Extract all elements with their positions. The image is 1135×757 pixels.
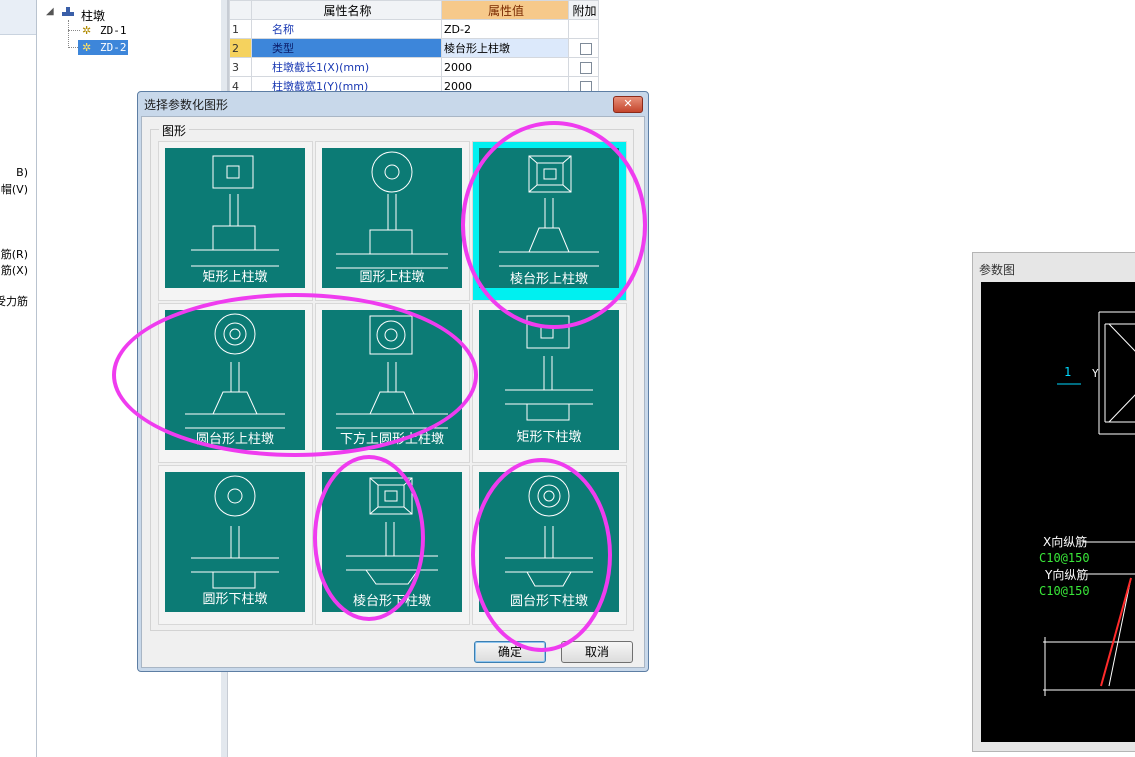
header-property-name: 属性名称 <box>251 0 442 20</box>
property-name: 名称 <box>251 19 442 39</box>
extra-cell <box>568 38 599 58</box>
left-label[interactable]: 帽(V) <box>1 181 28 197</box>
row-index: 1 <box>229 19 252 39</box>
header-property-value: 属性值 <box>441 0 569 20</box>
tree-item-zd1[interactable]: ZD-1 <box>100 24 127 37</box>
property-grid: 属性名称 属性值 附加 1 名称 ZD-2 2 类型 棱台形上柱墩 3 柱墩截长… <box>228 0 601 96</box>
annotation-ellipse <box>461 121 647 329</box>
row-index: 2 <box>229 38 252 58</box>
property-name: 类型 <box>251 38 442 58</box>
extra-checkbox[interactable] <box>580 61 592 74</box>
property-value[interactable]: ZD-2 <box>441 19 569 39</box>
pier-item-icon: ✲ <box>82 41 92 54</box>
pier-item-icon: ✲ <box>82 24 92 37</box>
shape-caption: 矩形下柱墩 <box>516 430 582 445</box>
annotation-ellipse <box>313 455 425 621</box>
shape-caption: 圆形上柱墩 <box>359 270 425 285</box>
parameter-diagram-panel: 参数图 1 Y X向纵筋 C10@150 Y向纵筋 C10@150 <box>972 252 1135 752</box>
section-marker: 1 <box>1064 365 1072 379</box>
extra-checkbox[interactable] <box>580 42 592 55</box>
shape-tile-circle-top[interactable]: 圆形上柱墩 <box>315 141 470 301</box>
tree-root-label[interactable]: 柱墩 <box>81 7 105 24</box>
left-panel: B) 帽(V) 筋(R) 筋(X) 受力筋 <box>0 0 37 757</box>
extra-cell <box>568 57 599 77</box>
cancel-button[interactable]: 取消 <box>561 641 633 663</box>
tree-item-zd2[interactable]: ZD-2 <box>100 41 127 54</box>
left-label[interactable]: 筋(R) <box>1 246 28 262</box>
annotation-ellipse <box>471 458 612 652</box>
shape-caption: 矩形上柱墩 <box>202 270 268 285</box>
table-row[interactable]: 1 名称 ZD-2 <box>229 19 599 39</box>
shape-caption: 圆形下柱墩 <box>202 592 268 607</box>
close-icon[interactable]: ✕ <box>613 96 643 113</box>
left-label[interactable]: 筋(X) <box>1 262 28 278</box>
dialog-title: 选择参数化图形 <box>144 98 229 112</box>
shape-tile-rect-top[interactable]: 矩形上柱墩 <box>158 141 313 301</box>
property-value[interactable]: 棱台形上柱墩 <box>441 38 569 58</box>
extra-cell <box>568 19 599 39</box>
left-label[interactable]: B) <box>16 166 28 179</box>
left-panel-header <box>0 0 36 35</box>
parameter-diagram-canvas: 1 Y X向纵筋 C10@150 Y向纵筋 C10@150 <box>981 282 1135 742</box>
table-row[interactable]: 2 类型 棱台形上柱墩 <box>229 38 599 58</box>
left-label[interactable]: 受力筋 <box>0 293 28 309</box>
pier-drawing <box>1043 311 1135 696</box>
property-name: 柱墩截长1(X)(mm) <box>251 57 442 77</box>
y-rebar-value[interactable]: C10@150 <box>1039 584 1090 598</box>
axis-label-y: Y <box>1092 367 1099 380</box>
x-rebar-value[interactable]: C10@150 <box>1039 551 1090 565</box>
group-label: 图形 <box>159 122 190 139</box>
header-extra: 附加 <box>568 0 599 20</box>
y-rebar-label: Y向纵筋 <box>1045 568 1089 582</box>
table-row[interactable]: 3 柱墩截长1(X)(mm) 2000 <box>229 57 599 77</box>
collapse-arrow-icon[interactable]: ◢ <box>46 6 54 17</box>
x-rebar-label: X向纵筋 <box>1043 535 1088 549</box>
grid-corner <box>229 0 252 20</box>
property-value[interactable]: 2000 <box>441 57 569 77</box>
row-index: 3 <box>229 57 252 77</box>
pier-category-icon <box>61 6 75 18</box>
annotation-ellipse <box>112 293 478 457</box>
panel-title: 参数图 <box>979 263 1016 277</box>
shape-tile-circle-bottom[interactable]: 圆形下柱墩 <box>158 465 313 625</box>
